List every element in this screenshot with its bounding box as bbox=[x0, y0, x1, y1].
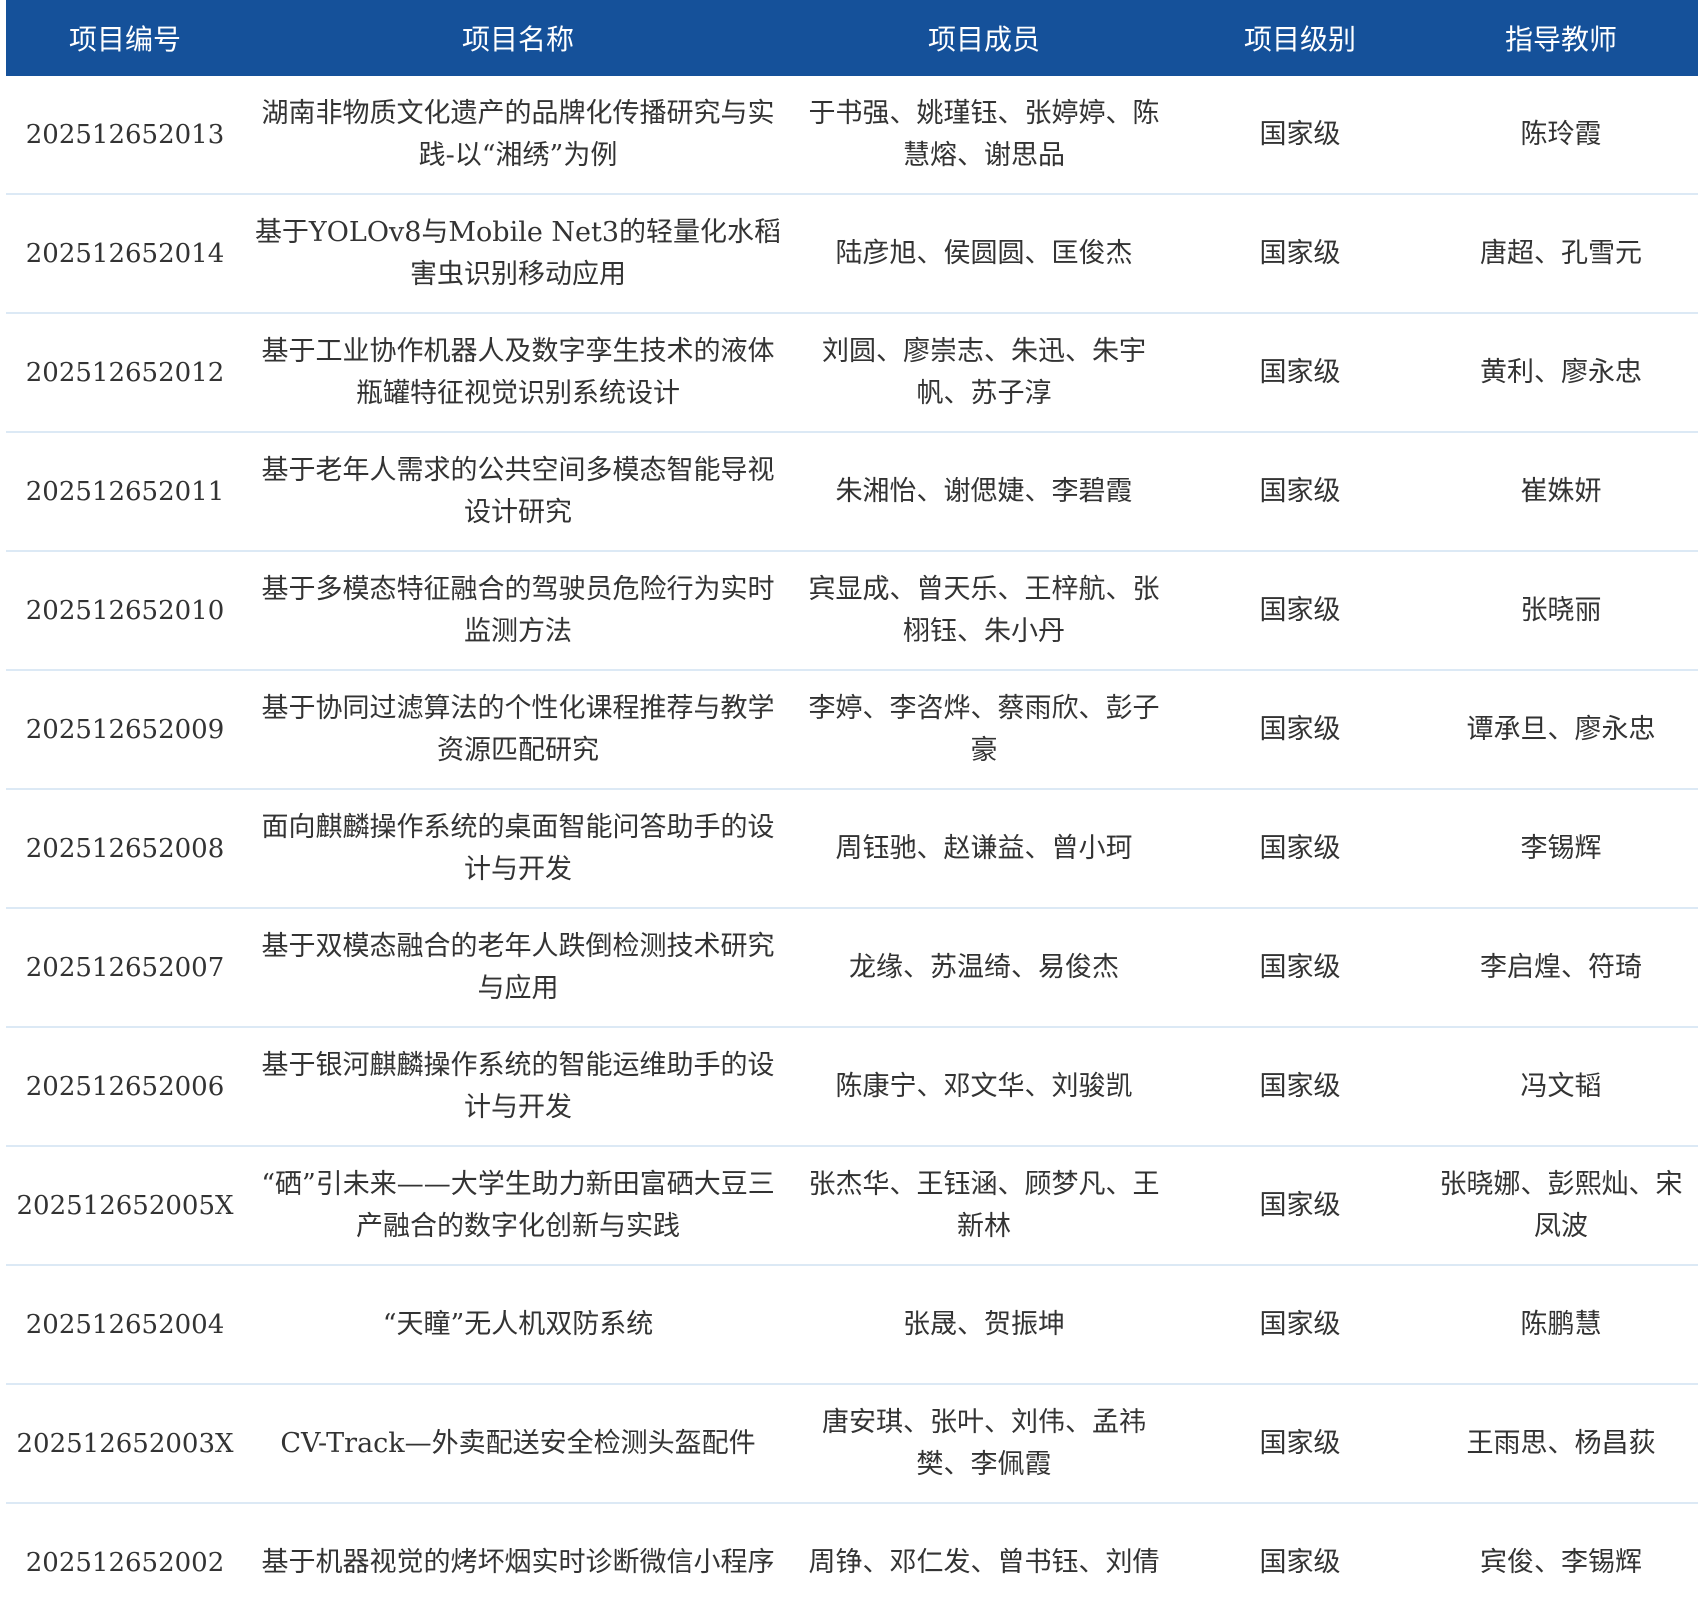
header-row: 项目编号 项目名称 项目成员 项目级别 指导教师 bbox=[6, 0, 1698, 76]
project-members-cell: 刘圆、廖崇志、朱迅、朱宇帆、苏子淳 bbox=[792, 313, 1176, 433]
project-level-cell: 国家级 bbox=[1176, 1384, 1424, 1504]
project-id-cell: 202512652011 bbox=[6, 432, 244, 552]
project-level-cell: 国家级 bbox=[1176, 1265, 1424, 1385]
project-id-cell: 202512652003X bbox=[6, 1384, 244, 1504]
project-level-cell: 国家级 bbox=[1176, 432, 1424, 552]
project-teacher-cell: 张晓娜、彭熙灿、宋凤波 bbox=[1424, 1146, 1698, 1266]
project-level-cell: 国家级 bbox=[1176, 194, 1424, 314]
project-name-cell: “天瞳”无人机双防系统 bbox=[244, 1265, 792, 1385]
table-row: 202512652011 基于老年人需求的公共空间多模态智能导视设计研究 朱湘怡、谢… bbox=[6, 432, 1698, 552]
column-header-name: 项目名称 bbox=[244, 0, 792, 76]
project-name-cell: “硒”引未来——大学生助力新田富硒大豆三产融合的数字化创新与实践 bbox=[244, 1146, 792, 1266]
project-id-cell: 202512652010 bbox=[6, 551, 244, 671]
column-header-teacher: 指导教师 bbox=[1424, 0, 1698, 76]
project-id-cell: 202512652008 bbox=[6, 789, 244, 909]
project-name-cell: 面向麒麟操作系统的桌面智能问答助手的设计与开发 bbox=[244, 789, 792, 909]
project-members-cell: 宾显成、曾天乐、王梓航、张栩钰、朱小丹 bbox=[792, 551, 1176, 671]
project-teacher-cell: 谭承旦、廖永忠 bbox=[1424, 670, 1698, 790]
project-level-cell: 国家级 bbox=[1176, 1027, 1424, 1147]
project-name-cell: 基于工业协作机器人及数字孪生技术的液体瓶罐特征视觉识别系统设计 bbox=[244, 313, 792, 433]
project-members-cell: 周钰驰、赵谦益、曾小珂 bbox=[792, 789, 1176, 909]
table-row: 202512652007 基于双模态融合的老年人跌倒检测技术研究与应用 龙缘、苏温绮… bbox=[6, 908, 1698, 1028]
table-row: 202512652014 基于YOLOv8与Mobile Net3的轻量化水稻害虫… bbox=[6, 194, 1698, 314]
project-level-cell: 国家级 bbox=[1259, 1546, 1341, 1578]
project-members-cell: 唐安琪、张叶、刘伟、孟祎樊、李佩霞 bbox=[792, 1384, 1176, 1504]
project-level-cell: 国家级 bbox=[1176, 551, 1424, 671]
project-level-cell: 国家级 bbox=[1176, 789, 1424, 909]
project-level-cell: 国家级 bbox=[1176, 1146, 1424, 1266]
project-members-cell: 李婷、李咨烨、蔡雨欣、彭子豪 bbox=[792, 670, 1176, 790]
project-teacher-cell: 李锡辉 bbox=[1424, 789, 1698, 909]
table-row: 202512652002 基于机器视觉的烤坏烟实时诊断微信小程序 周铮、邓仁发、曾书… bbox=[6, 1503, 1698, 1621]
column-header-id: 项目编号 bbox=[6, 0, 244, 76]
project-members-cell: 于书强、姚瑾钰、张婷婷、陈慧熔、谢思品 bbox=[792, 76, 1176, 195]
project-teacher-cell: 陈鹏慧 bbox=[1424, 1265, 1698, 1385]
table-row: 202512652009 基于协同过滤算法的个性化课程推荐与教学资源匹配研究 李婷、… bbox=[6, 670, 1698, 790]
project-name-cell: 基于多模态特征融合的驾驶员危险行为实时监测方法 bbox=[244, 551, 792, 671]
project-name-cell: 湖南非物质文化遗产的品牌化传播研究与实践-以“湘绣”为例 bbox=[244, 76, 792, 195]
project-members-cell: 陈康宁、邓文华、刘骏凯 bbox=[792, 1027, 1176, 1147]
project-level-cell: 国家级 bbox=[1176, 313, 1424, 433]
project-teacher-cell: 宾俊、李锡辉 bbox=[1480, 1546, 1642, 1578]
project-teacher-cell: 唐超、孔雪元 bbox=[1424, 194, 1698, 314]
project-members-cell: 周铮、邓仁发、曾书钰、刘倩 bbox=[808, 1546, 1160, 1578]
project-name-cell: CV-Track—外卖配送安全检测头盔配件 bbox=[244, 1384, 792, 1504]
project-name-cell: 基于YOLOv8与Mobile Net3的轻量化水稻害虫识别移动应用 bbox=[244, 194, 792, 314]
project-id-cell: 202512652002 bbox=[25, 1547, 225, 1578]
project-id-cell: 202512652006 bbox=[6, 1027, 244, 1147]
project-id-cell: 202512652012 bbox=[6, 313, 244, 433]
column-header-level: 项目级别 bbox=[1176, 0, 1424, 76]
project-name-cell: 基于老年人需求的公共空间多模态智能导视设计研究 bbox=[244, 432, 792, 552]
project-members-cell: 陆彦旭、侯圆圆、匡俊杰 bbox=[792, 194, 1176, 314]
project-id-cell: 202512652004 bbox=[6, 1265, 244, 1385]
project-name-cell: 基于双模态融合的老年人跌倒检测技术研究与应用 bbox=[244, 908, 792, 1028]
project-members-cell: 张晟、贺振坤 bbox=[792, 1265, 1176, 1385]
project-table: 项目编号 项目名称 项目成员 项目级别 指导教师 202512652013 湖南非… bbox=[6, 0, 1698, 1621]
project-members-cell: 朱湘怡、谢偲婕、李碧霞 bbox=[792, 432, 1176, 552]
project-teacher-cell: 李启煌、符琦 bbox=[1424, 908, 1698, 1028]
table-row: 202512652010 基于多模态特征融合的驾驶员危险行为实时监测方法 宾显成、曾… bbox=[6, 551, 1698, 671]
table-header: 项目编号 项目名称 项目成员 项目级别 指导教师 bbox=[6, 0, 1698, 76]
project-members-cell: 龙缘、苏温绮、易俊杰 bbox=[792, 908, 1176, 1028]
project-teacher-cell: 崔姝妍 bbox=[1424, 432, 1698, 552]
project-id-cell: 202512652007 bbox=[6, 908, 244, 1028]
column-header-members: 项目成员 bbox=[792, 0, 1176, 76]
project-table-container: 项目编号 项目名称 项目成员 项目级别 指导教师 202512652013 湖南非… bbox=[6, 0, 1698, 1621]
project-id-cell: 202512652009 bbox=[6, 670, 244, 790]
project-name-cell: 基于机器视觉的烤坏烟实时诊断微信小程序 bbox=[261, 1546, 775, 1578]
project-members-cell: 张杰华、王钰涵、顾梦凡、王新林 bbox=[792, 1146, 1176, 1266]
table-row: 202512652012 基于工业协作机器人及数字孪生技术的液体瓶罐特征视觉识别系… bbox=[6, 313, 1698, 433]
table-body: 202512652013 湖南非物质文化遗产的品牌化传播研究与实践-以“湘绣”为例… bbox=[6, 76, 1698, 1621]
table-row: 202512652013 湖南非物质文化遗产的品牌化传播研究与实践-以“湘绣”为例… bbox=[6, 76, 1698, 195]
project-id-cell: 202512652005X bbox=[6, 1146, 244, 1266]
project-level-cell: 国家级 bbox=[1176, 908, 1424, 1028]
table-row: 202512652008 面向麒麟操作系统的桌面智能问答助手的设计与开发 周钰驰、赵… bbox=[6, 789, 1698, 909]
project-name-cell: 基于协同过滤算法的个性化课程推荐与教学资源匹配研究 bbox=[244, 670, 792, 790]
table-row: 202512652006 基于银河麒麟操作系统的智能运维助手的设计与开发 陈康宁、邓… bbox=[6, 1027, 1698, 1147]
project-id-cell: 202512652013 bbox=[6, 76, 244, 195]
project-teacher-cell: 黄利、廖永忠 bbox=[1424, 313, 1698, 433]
table-row: 202512652005X “硒”引未来——大学生助力新田富硒大豆三产融合的数字化… bbox=[6, 1146, 1698, 1266]
table-row: 202512652004 “天瞳”无人机双防系统 张晟、贺振坤 国家级 陈鹏慧 bbox=[6, 1265, 1698, 1385]
project-teacher-cell: 冯文韬 bbox=[1424, 1027, 1698, 1147]
project-teacher-cell: 陈玲霞 bbox=[1424, 76, 1698, 195]
project-id-cell: 202512652014 bbox=[6, 194, 244, 314]
table-row: 202512652003X CV-Track—外卖配送安全检测头盔配件 唐安琪、张叶… bbox=[6, 1384, 1698, 1504]
project-teacher-cell: 王雨思、杨昌荻 bbox=[1424, 1384, 1698, 1504]
project-name-cell: 基于银河麒麟操作系统的智能运维助手的设计与开发 bbox=[244, 1027, 792, 1147]
project-teacher-cell: 张晓丽 bbox=[1424, 551, 1698, 671]
project-level-cell: 国家级 bbox=[1176, 76, 1424, 195]
project-level-cell: 国家级 bbox=[1176, 670, 1424, 790]
